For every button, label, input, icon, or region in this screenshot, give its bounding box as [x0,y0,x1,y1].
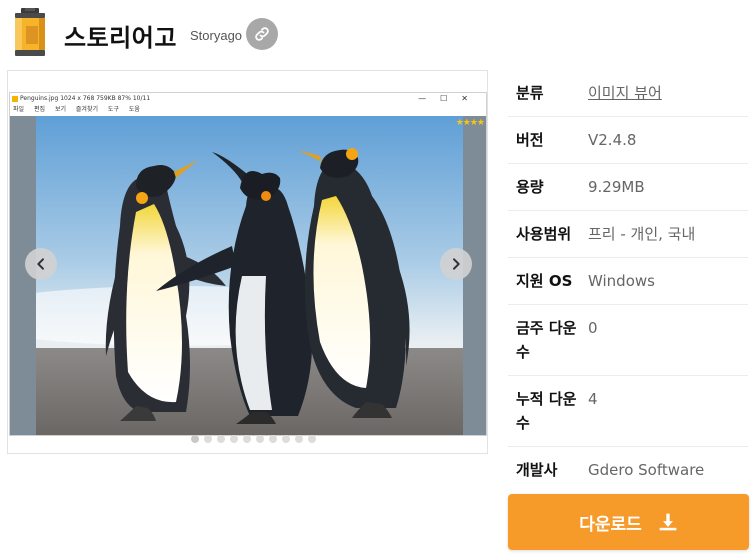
menu-item: 보기 [54,106,66,113]
close-icon: ✕ [461,94,482,103]
window-controls: —☐✕ [418,93,482,105]
slide-dot[interactable] [230,435,238,443]
slide-dot[interactable] [191,435,199,443]
info-value: Gdero Software [588,461,705,479]
slide-dot[interactable] [282,435,290,443]
rating-stars: ★★★★ [455,117,485,127]
info-value: 9.29MB [588,178,645,196]
info-value: Windows [588,272,655,290]
info-label: 분류 [516,84,544,102]
download-icon [659,513,677,531]
info-row-total-downloads: 누적 다운수 4 [508,376,748,447]
screenshot-gallery: Penguins.jpg 1024 x 768 759KB 87% 10/11 … [7,70,488,454]
minimize-icon: — [418,94,441,103]
slide-dot[interactable] [243,435,251,443]
info-row-license: 사용범위 프리 - 개인, 국내 [508,211,748,258]
info-value: 0 [588,319,598,337]
info-label: 용량 [516,178,544,196]
menu-item: 도구 [107,106,119,113]
penguins-photo [36,116,463,435]
screenshot-window: Penguins.jpg 1024 x 768 759KB 87% 10/11 … [9,92,487,436]
info-label: 개발사 [516,461,558,479]
chevron-right-icon [453,258,460,270]
info-value: 4 [588,390,598,408]
info-value: V2.4.8 [588,131,637,149]
app-header: 스토리어고 Storyago [0,0,756,66]
menu-item: 파일 [13,106,25,113]
info-label: 지원 OS [516,272,573,290]
app-info-table: 분류 이미지 뷰어 버전 V2.4.8 용량 9.29MB 사용범위 프리 - … [508,70,748,491]
info-row-version: 버전 V2.4.8 [508,117,748,164]
viewer-canvas: ★★★★ [10,116,486,435]
slide-dot[interactable] [308,435,316,443]
info-row-os: 지원 OS Windows [508,258,748,305]
info-row-category: 분류 이미지 뷰어 [508,70,748,117]
menu-item: 편집 [33,106,46,113]
slide-indicators [8,435,487,447]
film-canister-icon [15,8,45,56]
window-app-icon [12,96,18,102]
window-menubar: 파일 편집 보기 즐겨찾기 도구 도움 [10,105,486,115]
download-button[interactable]: 다운로드 [508,494,749,550]
slide-dot[interactable] [204,435,212,443]
info-label: 누적 다운수 [516,390,577,432]
maximize-icon: ☐ [440,94,462,103]
menu-item: 도움 [128,106,140,113]
info-label: 버전 [516,131,544,149]
info-row-developer: 개발사 Gdero Software [508,447,748,491]
copy-link-button[interactable] [246,18,278,50]
menu-item: 즐겨찾기 [75,106,98,113]
slide-dot[interactable] [256,435,264,443]
window-title: Penguins.jpg 1024 x 768 759KB 87% 10/11 [20,95,151,102]
chevron-left-icon [37,258,44,270]
info-label: 사용범위 [516,225,572,243]
info-label: 금주 다운수 [516,319,577,361]
app-subtitle: Storyago [190,28,243,43]
next-slide-button[interactable] [440,248,472,280]
previous-slide-button[interactable] [25,248,57,280]
download-label: 다운로드 [579,514,642,535]
info-value: 프리 - 개인, 국내 [588,225,696,243]
slide-dot[interactable] [217,435,225,443]
link-icon [255,27,269,41]
slide-dot[interactable] [295,435,303,443]
slide-dot[interactable] [269,435,277,443]
info-row-size: 용량 9.29MB [508,164,748,211]
app-title: 스토리어고 [64,24,177,52]
info-row-weekly-downloads: 금주 다운수 0 [508,305,748,376]
category-link[interactable]: 이미지 뷰어 [588,81,748,116]
window-titlebar: Penguins.jpg 1024 x 768 759KB 87% 10/11 … [10,93,486,105]
